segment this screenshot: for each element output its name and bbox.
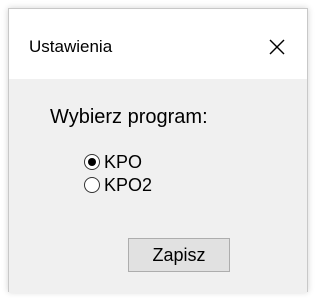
radio-label-kpo[interactable]: KPO: [104, 152, 142, 173]
radio-button-selected[interactable]: [84, 154, 100, 170]
dialog-content: Wybierz program: KPO KPO2 Zapisz: [9, 79, 307, 293]
radio-button[interactable]: [84, 177, 100, 193]
radio-dot: [88, 158, 96, 166]
radio-option-kpo2[interactable]: KPO2: [84, 174, 152, 196]
settings-dialog: Ustawienia Wybierz program: KPO KPO2 Zap…: [8, 8, 308, 293]
close-icon: [269, 39, 285, 55]
radio-option-kpo[interactable]: KPO: [84, 151, 142, 173]
window-title: Ustawienia: [29, 37, 113, 56]
program-prompt: Wybierz program:: [50, 106, 208, 128]
radio-label-kpo2[interactable]: KPO2: [104, 175, 152, 196]
title-bar: Ustawienia: [9, 9, 307, 79]
close-button[interactable]: [257, 29, 297, 65]
save-button[interactable]: Zapisz: [128, 238, 230, 272]
